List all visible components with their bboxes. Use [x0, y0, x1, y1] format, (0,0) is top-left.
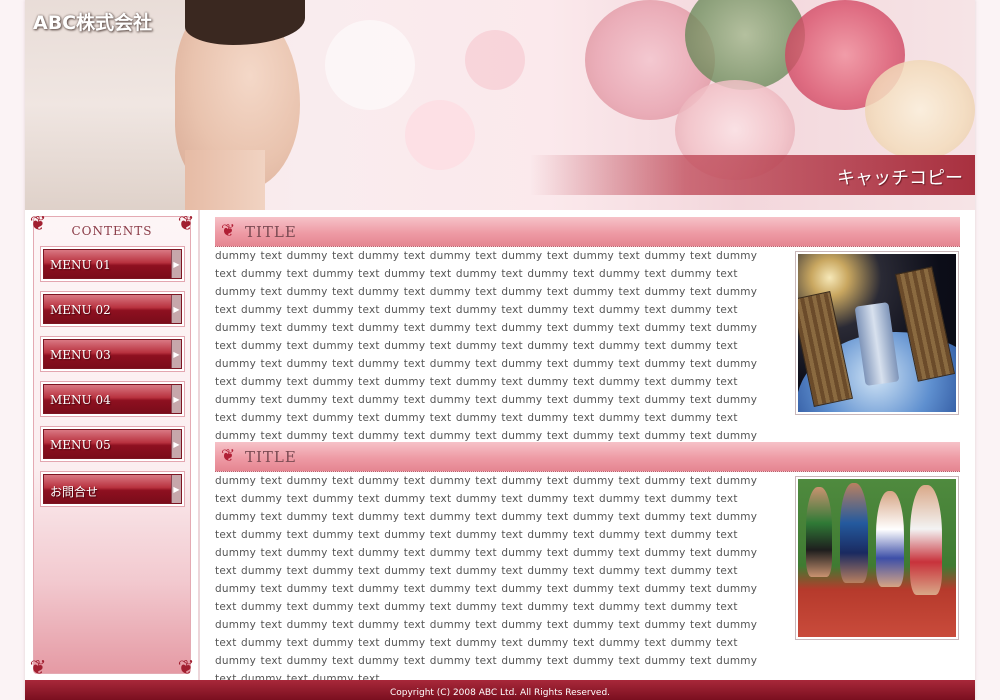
runner-figure [806, 487, 832, 577]
menu-label: MENU 03 [50, 348, 111, 362]
section-header: ❦ TITLE [215, 217, 960, 247]
section-text: dummy text dummy text dummy text dummy t… [215, 250, 758, 460]
flourish-ornament-icon: ❦ [29, 655, 47, 679]
photo-satellite [795, 251, 959, 415]
flourish-ornament-icon: ❦ [177, 655, 195, 679]
heart-ornament-icon: ❦ [221, 446, 236, 466]
menu-label: MENU 05 [50, 438, 111, 452]
header-banner: ABC株式会社 キャッチコピー [25, 0, 975, 210]
menu-item-03[interactable]: MENU 03 ▶ [40, 336, 185, 372]
bokeh-light [405, 100, 475, 170]
triangle-right-icon: ▶ [171, 295, 181, 323]
company-logo[interactable]: ABC株式会社 [33, 8, 152, 35]
menu-item-01[interactable]: MENU 01 ▶ [40, 246, 185, 282]
photo-runners [795, 476, 959, 640]
contents-label: CONTENTS [71, 224, 153, 238]
menu-label: MENU 02 [50, 303, 111, 317]
catch-copy: キャッチコピー [837, 168, 963, 189]
menu-item-05[interactable]: MENU 05 ▶ [40, 426, 185, 462]
page: ABC株式会社 キャッチコピー ❦ ❦ ❦ ❦ CONTENTS MENU 01… [25, 0, 975, 700]
runner-figure [876, 491, 904, 587]
menu-item-04[interactable]: MENU 04 ▶ [40, 381, 185, 417]
catch-copy-bar: キャッチコピー [530, 155, 975, 195]
rose-cream [865, 60, 975, 160]
sidebar: ❦ ❦ ❦ ❦ CONTENTS MENU 01 ▶ MENU 02 ▶ MEN… [25, 210, 200, 680]
footer: Copyright (C) 2008 ABC Ltd. All Rights R… [25, 680, 975, 700]
bokeh-light [465, 30, 525, 90]
triangle-right-icon: ▶ [171, 430, 181, 458]
heart-ornament-icon: ❦ [221, 221, 236, 241]
runner-figure [840, 483, 868, 583]
section-title: TITLE [245, 448, 297, 466]
copyright-text: Copyright (C) 2008 ABC Ltd. All Rights R… [389, 688, 611, 698]
menu-label: MENU 01 [50, 258, 111, 272]
triangle-right-icon: ▶ [171, 340, 181, 368]
bride-neck [185, 150, 265, 210]
section-text: dummy text dummy text dummy text dummy t… [215, 475, 758, 685]
menu-label: お問合せ [50, 485, 99, 499]
runner-figure [910, 485, 942, 595]
triangle-right-icon: ▶ [171, 475, 181, 503]
section-header: ❦ TITLE [215, 442, 960, 472]
triangle-right-icon: ▶ [171, 385, 181, 413]
section-title: TITLE [245, 223, 297, 241]
triangle-right-icon: ▶ [171, 250, 181, 278]
menu-item-contact[interactable]: お問合せ ▶ [40, 471, 185, 507]
bride-hair [185, 0, 305, 45]
menu-item-02[interactable]: MENU 02 ▶ [40, 291, 185, 327]
menu-label: MENU 04 [50, 393, 111, 407]
bokeh-light [325, 20, 415, 110]
main-content: ❦ TITLE dummy text dummy text dummy text… [215, 210, 960, 685]
